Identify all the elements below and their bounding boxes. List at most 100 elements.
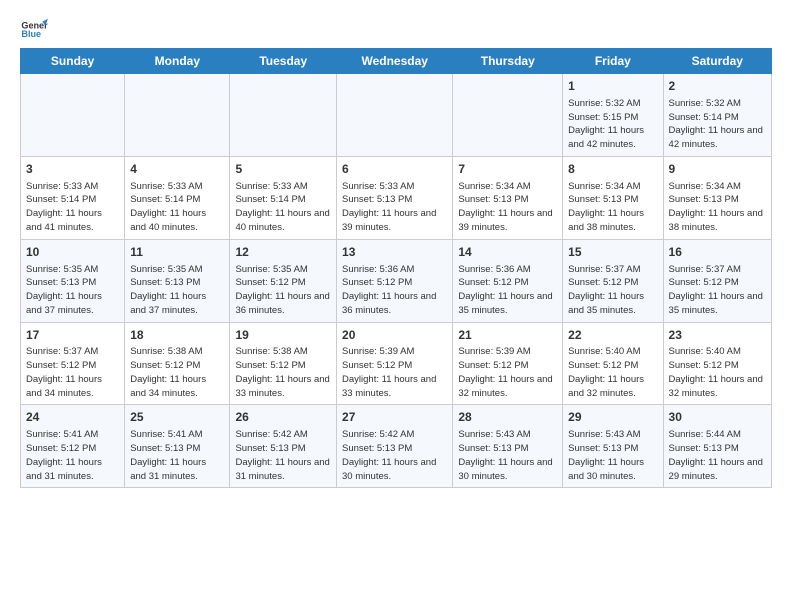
calendar-day-cell: 21Sunrise: 5:39 AM Sunset: 5:12 PM Dayli…	[453, 322, 563, 405]
day-number: 8	[568, 161, 657, 178]
day-info: Sunrise: 5:43 AM Sunset: 5:13 PM Dayligh…	[568, 428, 657, 483]
calendar-week-row: 24Sunrise: 5:41 AM Sunset: 5:12 PM Dayli…	[21, 405, 772, 488]
calendar-week-row: 3 Sunrise: 5:33 AM Sunset: 5:14 PM Daylig…	[21, 156, 772, 239]
calendar-week-row: 17Sunrise: 5:37 AM Sunset: 5:12 PM Dayli…	[21, 322, 772, 405]
day-info: Sunrise: 5:35 AM Sunset: 5:13 PM Dayligh…	[26, 263, 119, 318]
day-info: Sunrise: 5:34 AM Sunset: 5:13 PM Dayligh…	[669, 180, 766, 235]
weekday-row: SundayMondayTuesdayWednesdayThursdayFrid…	[21, 49, 772, 74]
calendar-day-cell	[21, 74, 125, 157]
day-number: 3	[26, 161, 119, 178]
calendar-week-row: 10 Sunrise: 5:35 AM Sunset: 5:13 PM Dayli…	[21, 239, 772, 322]
calendar-day-cell: 3 Sunrise: 5:33 AM Sunset: 5:14 PM Daylig…	[21, 156, 125, 239]
day-number: 20	[342, 327, 447, 344]
day-info: Sunrise: 5:35 AM Sunset: 5:13 PM Dayligh…	[130, 263, 224, 318]
calendar-day-cell: 29 Sunrise: 5:43 AM Sunset: 5:13 PM Dayli…	[563, 405, 663, 488]
calendar-day-cell: 7Sunrise: 5:34 AM Sunset: 5:13 PM Daylig…	[453, 156, 563, 239]
calendar-day-cell: 10 Sunrise: 5:35 AM Sunset: 5:13 PM Dayli…	[21, 239, 125, 322]
day-info: Sunrise: 5:33 AM Sunset: 5:14 PM Dayligh…	[26, 180, 119, 235]
calendar-day-cell	[230, 74, 337, 157]
calendar-day-cell: 8Sunrise: 5:34 AM Sunset: 5:13 PM Daylig…	[563, 156, 663, 239]
day-info: Sunrise: 5:32 AM Sunset: 5:15 PM Dayligh…	[568, 97, 657, 152]
day-number: 27	[342, 409, 447, 426]
weekday-header-wednesday: Wednesday	[337, 49, 453, 74]
day-info: Sunrise: 5:39 AM Sunset: 5:12 PM Dayligh…	[342, 345, 447, 400]
weekday-header-sunday: Sunday	[21, 49, 125, 74]
day-number: 30	[669, 409, 766, 426]
day-number: 26	[235, 409, 331, 426]
calendar-day-cell: 13Sunrise: 5:36 AM Sunset: 5:12 PM Dayli…	[337, 239, 453, 322]
calendar-day-cell: 12 Sunrise: 5:35 AM Sunset: 5:12 PM Dayli…	[230, 239, 337, 322]
day-number: 9	[669, 161, 766, 178]
day-number: 5	[235, 161, 331, 178]
calendar-day-cell: 9 Sunrise: 5:34 AM Sunset: 5:13 PM Daylig…	[663, 156, 771, 239]
calendar-day-cell: 17Sunrise: 5:37 AM Sunset: 5:12 PM Dayli…	[21, 322, 125, 405]
day-info: Sunrise: 5:41 AM Sunset: 5:13 PM Dayligh…	[130, 428, 224, 483]
calendar-day-cell: 4Sunrise: 5:33 AM Sunset: 5:14 PM Daylig…	[125, 156, 230, 239]
calendar-day-cell: 14 Sunrise: 5:36 AM Sunset: 5:12 PM Dayli…	[453, 239, 563, 322]
calendar-day-cell: 26 Sunrise: 5:42 AM Sunset: 5:13 PM Dayli…	[230, 405, 337, 488]
calendar-day-cell: 2 Sunrise: 5:32 AM Sunset: 5:14 PM Daylig…	[663, 74, 771, 157]
logo-icon: General Blue	[20, 16, 48, 44]
calendar-day-cell: 19Sunrise: 5:38 AM Sunset: 5:12 PM Dayli…	[230, 322, 337, 405]
calendar-day-cell: 18Sunrise: 5:38 AM Sunset: 5:12 PM Dayli…	[125, 322, 230, 405]
day-info: Sunrise: 5:35 AM Sunset: 5:12 PM Dayligh…	[235, 263, 331, 318]
weekday-header-tuesday: Tuesday	[230, 49, 337, 74]
day-number: 15	[568, 244, 657, 261]
svg-text:Blue: Blue	[21, 29, 41, 39]
calendar-day-cell: 5 Sunrise: 5:33 AM Sunset: 5:14 PM Daylig…	[230, 156, 337, 239]
day-number: 16	[669, 244, 766, 261]
day-number: 12	[235, 244, 331, 261]
day-info: Sunrise: 5:44 AM Sunset: 5:13 PM Dayligh…	[669, 428, 766, 483]
day-info: Sunrise: 5:36 AM Sunset: 5:12 PM Dayligh…	[342, 263, 447, 318]
day-info: Sunrise: 5:41 AM Sunset: 5:12 PM Dayligh…	[26, 428, 119, 483]
calendar-day-cell: 16 Sunrise: 5:37 AM Sunset: 5:12 PM Dayli…	[663, 239, 771, 322]
day-info: Sunrise: 5:42 AM Sunset: 5:13 PM Dayligh…	[342, 428, 447, 483]
day-number: 2	[669, 78, 766, 95]
calendar-week-row: 1 Sunrise: 5:32 AM Sunset: 5:15 PM Daylig…	[21, 74, 772, 157]
day-info: Sunrise: 5:33 AM Sunset: 5:14 PM Dayligh…	[235, 180, 331, 235]
day-info: Sunrise: 5:43 AM Sunset: 5:13 PM Dayligh…	[458, 428, 557, 483]
day-info: Sunrise: 5:38 AM Sunset: 5:12 PM Dayligh…	[130, 345, 224, 400]
weekday-header-monday: Monday	[125, 49, 230, 74]
calendar-day-cell: 22Sunrise: 5:40 AM Sunset: 5:12 PM Dayli…	[563, 322, 663, 405]
calendar-day-cell: 27 Sunrise: 5:42 AM Sunset: 5:13 PM Dayli…	[337, 405, 453, 488]
day-info: Sunrise: 5:42 AM Sunset: 5:13 PM Dayligh…	[235, 428, 331, 483]
logo: General Blue	[20, 16, 48, 44]
day-number: 22	[568, 327, 657, 344]
calendar-table: SundayMondayTuesdayWednesdayThursdayFrid…	[20, 48, 772, 488]
day-number: 1	[568, 78, 657, 95]
weekday-header-friday: Friday	[563, 49, 663, 74]
day-info: Sunrise: 5:38 AM Sunset: 5:12 PM Dayligh…	[235, 345, 331, 400]
day-number: 6	[342, 161, 447, 178]
day-info: Sunrise: 5:36 AM Sunset: 5:12 PM Dayligh…	[458, 263, 557, 318]
day-number: 19	[235, 327, 331, 344]
calendar-day-cell: 28 Sunrise: 5:43 AM Sunset: 5:13 PM Dayli…	[453, 405, 563, 488]
calendar-day-cell: 11 Sunrise: 5:35 AM Sunset: 5:13 PM Dayli…	[125, 239, 230, 322]
calendar-day-cell: 24Sunrise: 5:41 AM Sunset: 5:12 PM Dayli…	[21, 405, 125, 488]
page-header: General Blue	[20, 16, 772, 44]
day-info: Sunrise: 5:37 AM Sunset: 5:12 PM Dayligh…	[669, 263, 766, 318]
calendar-day-cell	[453, 74, 563, 157]
weekday-header-saturday: Saturday	[663, 49, 771, 74]
day-number: 21	[458, 327, 557, 344]
day-number: 25	[130, 409, 224, 426]
calendar-day-cell: 20Sunrise: 5:39 AM Sunset: 5:12 PM Dayli…	[337, 322, 453, 405]
day-info: Sunrise: 5:39 AM Sunset: 5:12 PM Dayligh…	[458, 345, 557, 400]
calendar-day-cell: 6Sunrise: 5:33 AM Sunset: 5:13 PM Daylig…	[337, 156, 453, 239]
weekday-header-thursday: Thursday	[453, 49, 563, 74]
day-number: 10	[26, 244, 119, 261]
calendar-day-cell	[125, 74, 230, 157]
day-info: Sunrise: 5:40 AM Sunset: 5:12 PM Dayligh…	[669, 345, 766, 400]
day-number: 28	[458, 409, 557, 426]
day-number: 18	[130, 327, 224, 344]
day-number: 29	[568, 409, 657, 426]
day-number: 17	[26, 327, 119, 344]
calendar-day-cell: 23Sunrise: 5:40 AM Sunset: 5:12 PM Dayli…	[663, 322, 771, 405]
day-number: 11	[130, 244, 224, 261]
calendar-day-cell: 30 Sunrise: 5:44 AM Sunset: 5:13 PM Dayli…	[663, 405, 771, 488]
day-info: Sunrise: 5:32 AM Sunset: 5:14 PM Dayligh…	[669, 97, 766, 152]
calendar-header: SundayMondayTuesdayWednesdayThursdayFrid…	[21, 49, 772, 74]
calendar-day-cell: 1 Sunrise: 5:32 AM Sunset: 5:15 PM Daylig…	[563, 74, 663, 157]
calendar-day-cell: 15Sunrise: 5:37 AM Sunset: 5:12 PM Dayli…	[563, 239, 663, 322]
day-number: 14	[458, 244, 557, 261]
